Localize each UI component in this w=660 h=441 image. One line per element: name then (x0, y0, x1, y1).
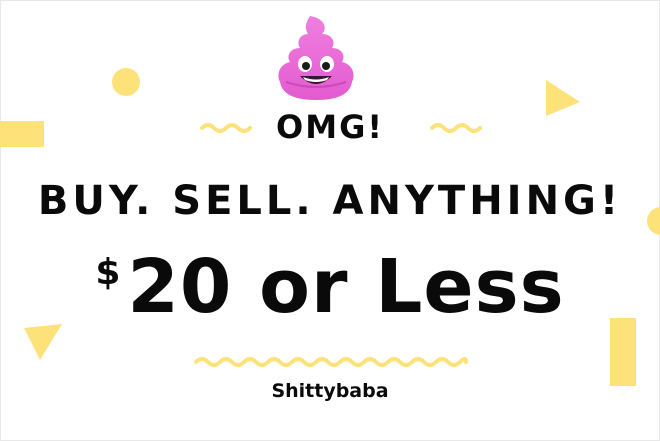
pink-poop-emoji-icon (278, 16, 354, 100)
wave-underline (194, 357, 468, 367)
brand-name: Shittybaba (271, 380, 389, 402)
yellow-circle-left (112, 68, 140, 96)
currency-symbol: $ (95, 252, 122, 293)
tagline: BUY. SELL. ANYTHING! (37, 178, 623, 224)
headline: OMG! (276, 108, 384, 146)
price-text: 20 or Less (127, 244, 565, 330)
price-heading: $20 or Less (0, 244, 660, 330)
